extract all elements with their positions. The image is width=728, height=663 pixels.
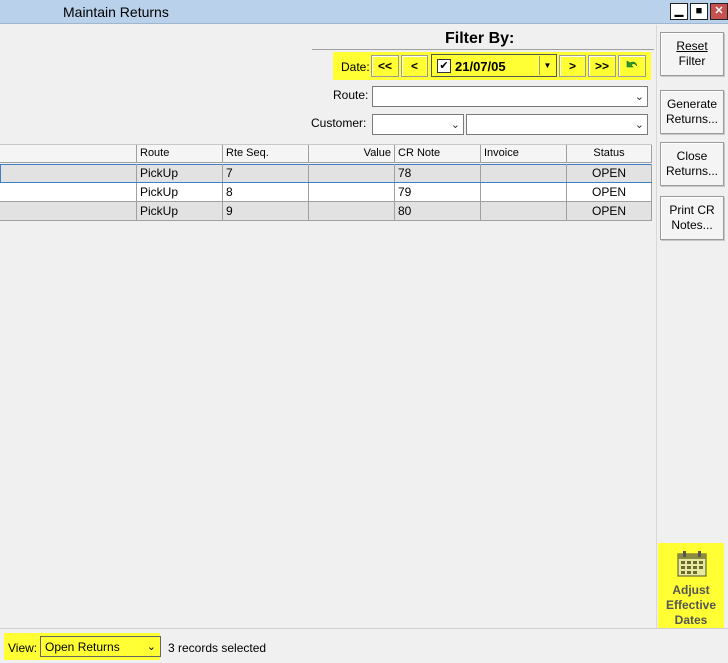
chevron-down-icon[interactable]: ⌄ — [147, 640, 156, 653]
print-cr-notes-button[interactable]: Print CR Notes... — [660, 196, 724, 240]
cell-cr-note: 80 — [395, 202, 481, 220]
date-value: 21/07/05 — [455, 59, 506, 74]
column-header-rte-seq[interactable]: Rte Seq. — [223, 145, 309, 162]
date-last-button[interactable]: >> — [588, 55, 616, 77]
maximize-icon[interactable]: ■ — [690, 3, 708, 20]
view-value: Open Returns — [45, 640, 120, 654]
cell-invoice — [481, 164, 567, 182]
status-bar: View: Open Returns ⌄ 3 records selected — [0, 628, 728, 663]
cell-invoice — [481, 202, 567, 220]
customer-name-select[interactable]: ⌄ — [466, 114, 648, 135]
calendar-icon — [677, 551, 707, 577]
date-enabled-checkbox[interactable]: ✔ — [437, 59, 451, 73]
reset-filter-label-2: Filter — [678, 54, 706, 68]
chevron-down-icon[interactable]: ⌄ — [635, 118, 644, 131]
reset-filter-label-1: Reset — [676, 39, 708, 53]
chevron-down-icon[interactable]: ⌄ — [451, 118, 460, 131]
date-picker[interactable]: ✔ 21/07/05 ▼ — [431, 54, 557, 77]
generate-returns-label-2: Returns... — [665, 112, 719, 126]
cell — [0, 164, 137, 182]
close-returns-label-1: Close — [676, 149, 708, 163]
cell-cr-note: 79 — [395, 183, 481, 201]
cell-value — [309, 202, 395, 220]
generate-returns-label-1: Generate — [666, 97, 718, 111]
route-select[interactable]: ⌄ — [372, 86, 648, 107]
filter-divider — [312, 49, 654, 50]
cell-rte-seq: 8 — [223, 183, 309, 201]
cell-route: PickUp — [137, 183, 223, 201]
date-prev-button[interactable]: < — [401, 55, 428, 77]
reset-filter-button[interactable]: Reset Filter — [660, 32, 724, 76]
date-reset-button[interactable] — [618, 55, 646, 77]
close-returns-label-2: Returns... — [665, 164, 719, 178]
cell-value — [309, 164, 395, 182]
date-filter-bar: Date: << < ✔ 21/07/05 ▼ > >> — [333, 52, 651, 80]
column-header-status[interactable]: Status — [567, 145, 652, 162]
cell — [0, 202, 137, 220]
cell-status: OPEN — [567, 164, 652, 182]
record-count: 3 records selected — [168, 641, 267, 655]
date-label: Date: — [341, 60, 370, 74]
column-header-value[interactable]: Value — [309, 145, 395, 162]
customer-label: Customer: — [311, 116, 367, 130]
print-cr-notes-label-2: Notes... — [671, 218, 713, 232]
cell-route: PickUp — [137, 202, 223, 220]
cell-status: OPEN — [567, 183, 652, 201]
table-header: Route Rte Seq. Value CR Note Invoice Sta… — [0, 144, 652, 163]
adjust-label-2: Effective — [665, 598, 717, 612]
view-filter: View: Open Returns ⌄ — [4, 633, 161, 660]
column-header-route[interactable]: Route — [137, 145, 223, 162]
refresh-arrow-icon — [626, 60, 638, 68]
date-first-button[interactable]: << — [371, 55, 399, 77]
customer-code-select[interactable]: ⌄ — [372, 114, 464, 135]
table-row[interactable]: PickUp 8 79 OPEN — [0, 183, 652, 202]
close-icon[interactable]: ✕ — [710, 3, 728, 20]
cell-rte-seq: 9 — [223, 202, 309, 220]
view-label: View: — [8, 641, 38, 655]
generate-returns-button[interactable]: Generate Returns... — [660, 90, 724, 134]
minimize-icon[interactable]: ▁ — [670, 3, 688, 20]
adjust-effective-dates-button[interactable]: Adjust Effective Dates — [658, 543, 724, 634]
cell-invoice — [481, 183, 567, 201]
adjust-label-1: Adjust — [672, 583, 710, 597]
table-row[interactable]: PickUp 9 80 OPEN — [0, 202, 652, 221]
title-bar: Maintain Returns ▁ ■ ✕ — [0, 0, 728, 24]
cell-status: OPEN — [567, 202, 652, 220]
cell-route: PickUp — [137, 164, 223, 182]
cell-rte-seq: 7 — [223, 164, 309, 182]
view-select[interactable]: Open Returns ⌄ — [40, 636, 161, 657]
cell — [0, 183, 137, 201]
chevron-down-icon[interactable]: ⌄ — [635, 90, 644, 103]
chevron-down-icon[interactable]: ▼ — [539, 56, 555, 75]
window-title: Maintain Returns — [63, 4, 169, 20]
table-row[interactable]: PickUp 7 78 OPEN — [0, 164, 652, 183]
adjust-label-3: Dates — [674, 613, 708, 627]
column-header-invoice[interactable]: Invoice — [481, 145, 567, 162]
print-cr-notes-label-1: Print CR — [669, 203, 715, 217]
cell-cr-note: 78 — [395, 164, 481, 182]
date-next-button[interactable]: > — [559, 55, 586, 77]
route-label: Route: — [333, 88, 369, 102]
column-header[interactable] — [0, 145, 137, 162]
filter-heading: Filter By: — [445, 30, 515, 47]
close-returns-button[interactable]: Close Returns... — [660, 142, 724, 186]
cell-value — [309, 183, 395, 201]
column-header-cr-note[interactable]: CR Note — [395, 145, 481, 162]
